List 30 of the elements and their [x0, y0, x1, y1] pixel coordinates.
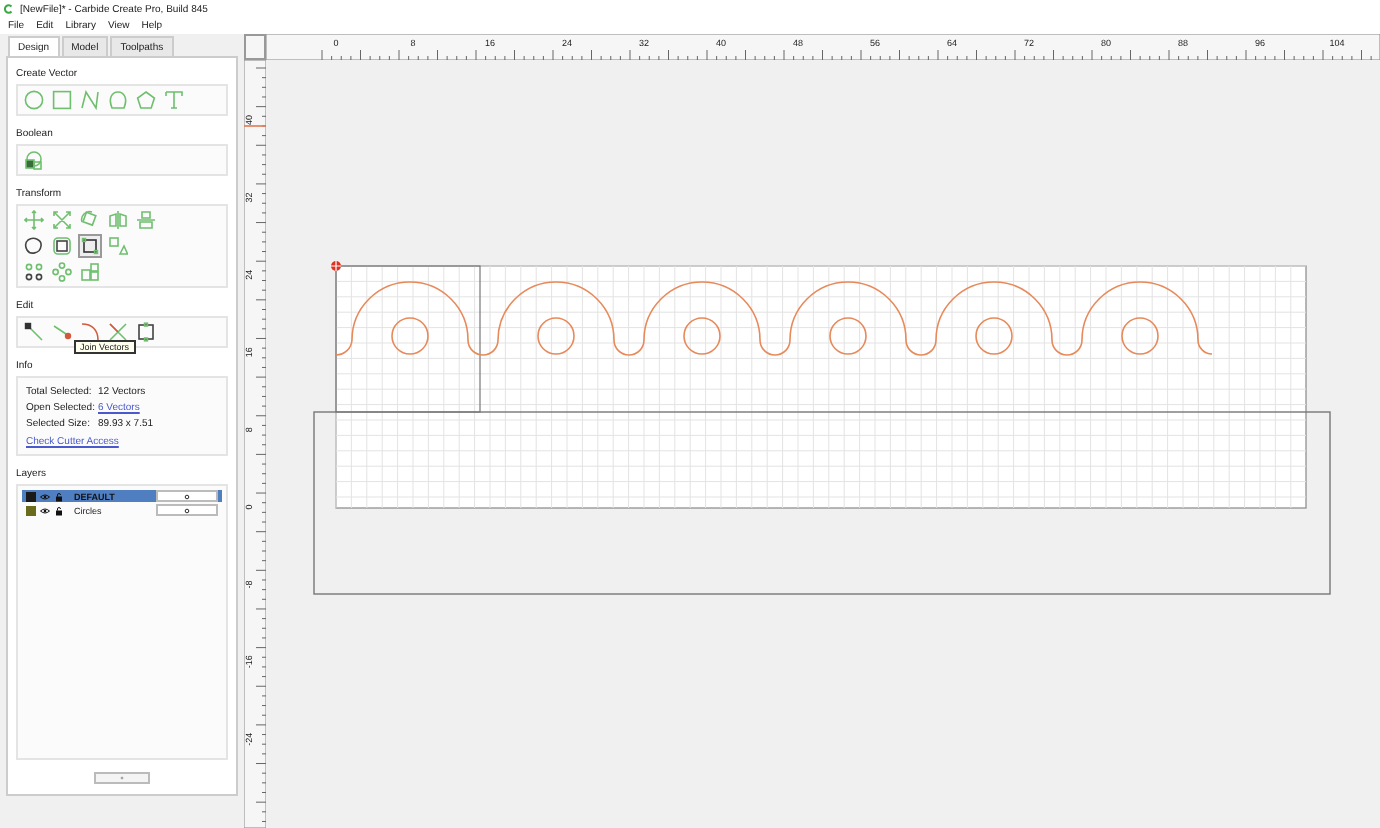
text-icon[interactable] — [164, 90, 184, 110]
settings-icon — [184, 507, 190, 513]
boundary-icon[interactable] — [136, 322, 156, 342]
boolean-icon[interactable] — [24, 150, 44, 170]
outer-rectangle[interactable] — [313, 411, 1331, 595]
align-icon[interactable] — [136, 210, 156, 230]
blob-outline-icon[interactable] — [24, 236, 44, 256]
line-icon[interactable] — [80, 90, 100, 110]
dots-grid-icon[interactable] — [24, 262, 44, 282]
add-layer-button[interactable] — [94, 772, 150, 784]
lock-icon[interactable] — [54, 505, 64, 515]
eye-icon[interactable] — [40, 505, 50, 515]
circle-vectors[interactable] — [391, 317, 1159, 355]
circle-icon[interactable] — [24, 90, 44, 110]
mirror-icon[interactable] — [108, 210, 128, 230]
trim-icon[interactable] — [108, 322, 128, 342]
origin-marker-icon — [330, 260, 342, 272]
app-logo-icon — [4, 4, 14, 14]
pentagon-icon[interactable] — [136, 90, 156, 110]
node-select-icon[interactable] — [24, 322, 44, 342]
square-icon[interactable] — [52, 90, 72, 110]
offset-icon[interactable] — [52, 236, 72, 256]
node-edit-icon[interactable] — [80, 236, 100, 256]
fillet-icon[interactable] — [80, 322, 100, 342]
shapes-icon[interactable] — [108, 236, 128, 256]
settings-icon — [184, 493, 190, 499]
join-vectors-icon[interactable] — [52, 322, 72, 342]
layer-settings-button[interactable] — [156, 490, 218, 502]
curve-shape-icon[interactable] — [108, 90, 128, 110]
layer-settings-button[interactable] — [156, 504, 218, 516]
